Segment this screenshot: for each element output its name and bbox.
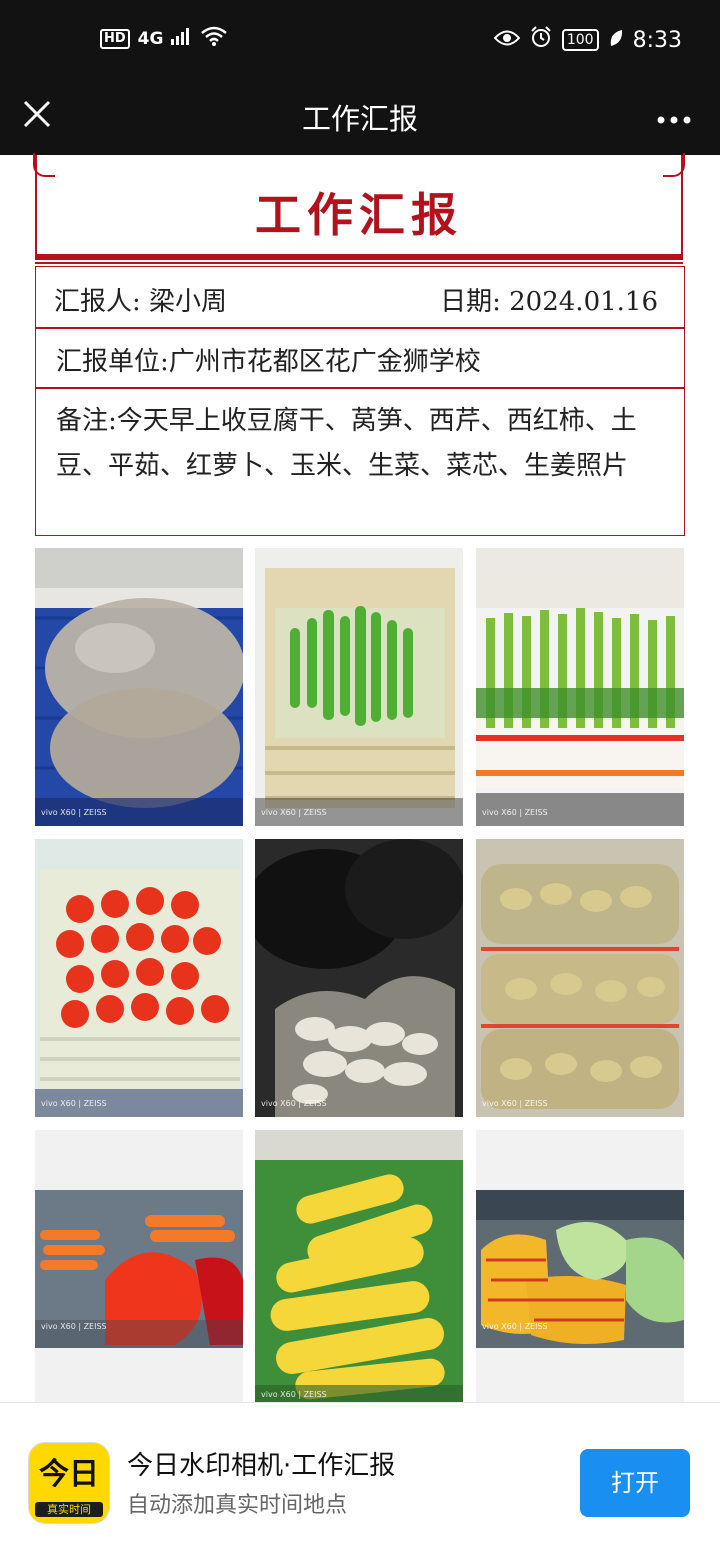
report-header: 工作汇报: [33, 153, 685, 259]
tofu-photo[interactable]: vivo X60 | ZEISS: [35, 548, 243, 826]
photo-watermark: vivo X60 | ZEISS: [482, 808, 548, 817]
corner-decoration-right: [663, 153, 685, 177]
app-title: 今日水印相机·工作汇报: [127, 1451, 396, 1481]
battery-indicator: 100: [561, 29, 599, 51]
photo-watermark: vivo X60 | ZEISS: [482, 1322, 548, 1331]
title-bar: 工作汇报: [0, 82, 720, 155]
report-title: 工作汇报: [255, 188, 463, 242]
status-left: HD 4G: [100, 26, 228, 51]
app-icon[interactable]: 今日 真实时间: [29, 1443, 109, 1523]
tomato-photo[interactable]: vivo X60 | ZEISS: [35, 839, 243, 1117]
photo-watermark: vivo X60 | ZEISS: [41, 1099, 107, 1108]
more-options-icon[interactable]: [656, 102, 692, 132]
note-row: 备注:今天早上收豆腐干、莴笋、西芹、西红柿、土豆、平茹、红萝卜、玉米、生菜、菜芯…: [35, 388, 685, 536]
page-title: 工作汇报: [301, 102, 418, 136]
potato-photo[interactable]: vivo X60 | ZEISS: [476, 839, 684, 1117]
leaf-icon: [609, 28, 623, 53]
status-right: 100 8:33: [493, 26, 682, 54]
photo-watermark: vivo X60 | ZEISS: [261, 808, 327, 817]
title-divider-thin: [35, 262, 683, 264]
wifi-icon: [201, 26, 228, 51]
corn-photo[interactable]: vivo X60 | ZEISS: [255, 1130, 463, 1408]
title-divider: [35, 254, 683, 260]
date-label: 日期: 2024.01.16: [440, 287, 658, 317]
alarm-icon: [530, 26, 552, 54]
reporter-row: 汇报人: 梁小周 日期: 2024.01.16: [35, 266, 685, 328]
corner-decoration-left: [33, 153, 55, 177]
unit-row: 汇报单位:广州市花都区花广金狮学校: [35, 328, 685, 388]
app-icon-text: 今日: [39, 1457, 99, 1492]
note-text: 备注:今天早上收豆腐干、莴笋、西芹、西红柿、土豆、平茹、红萝卜、玉米、生菜、菜芯…: [56, 406, 637, 481]
carrot-photo[interactable]: vivo X60 | ZEISS: [35, 1130, 243, 1408]
lettuce-stem-photo[interactable]: vivo X60 | ZEISS: [255, 548, 463, 826]
hd-badge: HD: [100, 28, 130, 49]
app-promo-bar: 今日 真实时间 今日水印相机·工作汇报 自动添加真实时间地点 打开: [0, 1402, 720, 1561]
clock-time: 8:33: [632, 27, 682, 53]
signal-icon: [171, 27, 193, 50]
network-type: 4G: [137, 28, 164, 49]
celery-photo[interactable]: vivo X60 | ZEISS: [476, 548, 684, 826]
mushroom-photo[interactable]: vivo X60 | ZEISS: [255, 839, 463, 1117]
reporter-label: 汇报人: 梁小周: [54, 287, 228, 317]
unit-label: 汇报单位:广州市花都区花广金狮学校: [56, 347, 481, 377]
photo-watermark: vivo X60 | ZEISS: [261, 1390, 327, 1399]
vegetables-photo[interactable]: vivo X60 | ZEISS: [476, 1130, 684, 1408]
eye-icon: [493, 28, 521, 53]
photo-watermark: vivo X60 | ZEISS: [41, 1322, 107, 1331]
photo-watermark: vivo X60 | ZEISS: [261, 1099, 327, 1108]
photo-watermark: vivo X60 | ZEISS: [482, 1099, 548, 1108]
photo-watermark: vivo X60 | ZEISS: [41, 808, 107, 817]
open-app-button[interactable]: 打开: [580, 1449, 690, 1517]
app-icon-caption: 真实时间: [35, 1502, 103, 1517]
status-bar: HD 4G 100 8:33: [0, 0, 720, 82]
app-subtitle: 自动添加真实时间地点: [127, 1493, 348, 1518]
